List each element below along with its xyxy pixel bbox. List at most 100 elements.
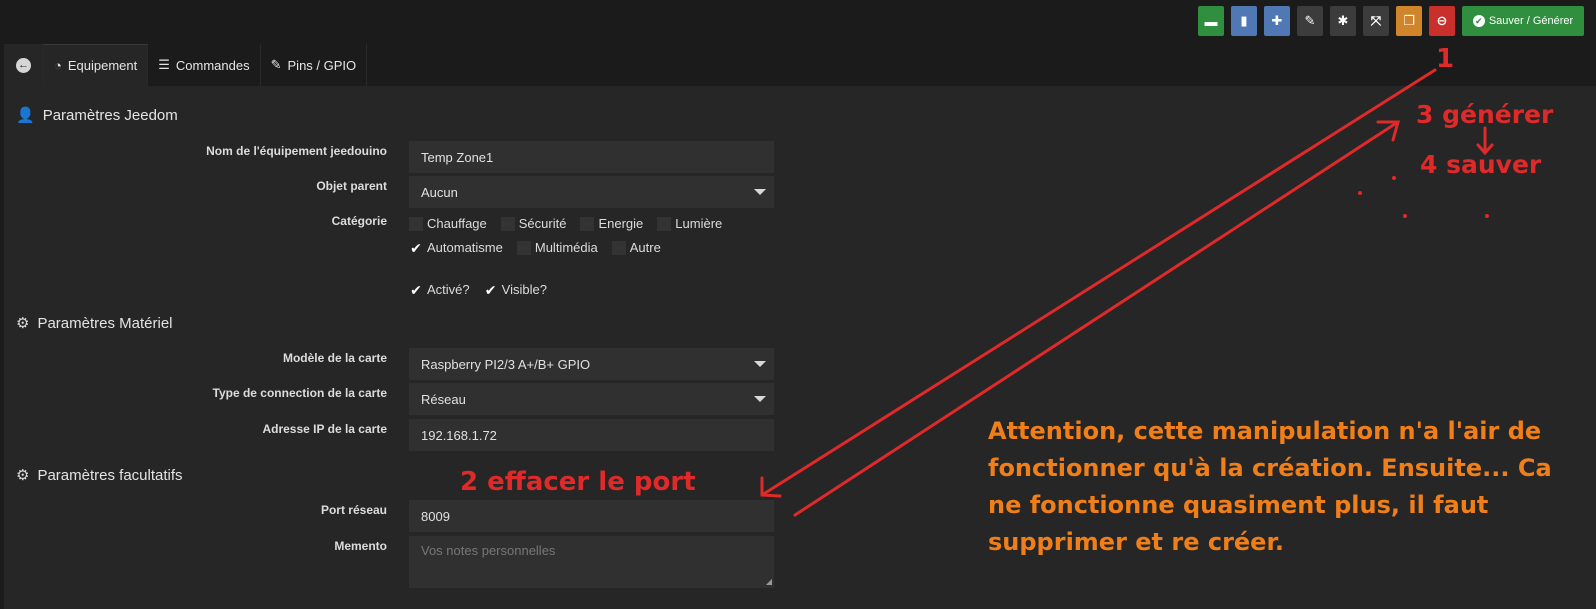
tab-commandes-label: Commandes [175, 57, 250, 73]
save-button[interactable]: ✔ Sauver / Générer [1462, 6, 1584, 36]
check-circle-icon: ✔ [1472, 15, 1485, 27]
resize-handle-icon[interactable]: ◢ [766, 577, 772, 586]
category-label: Lumière [675, 216, 723, 231]
objet-value: Aucun [421, 184, 458, 200]
expand-button[interactable]: ⤧ [1363, 6, 1389, 36]
memento-label: Memento [334, 539, 387, 553]
annotation-step-3: 3 générer [1416, 100, 1554, 129]
checkbox[interactable] [611, 240, 626, 255]
port-input[interactable]: 8009 [409, 500, 774, 532]
objet-select[interactable]: Aucun [409, 176, 774, 208]
remove-button[interactable]: ⊖ [1429, 6, 1455, 36]
ip-label: Adresse IP de la carte [262, 422, 387, 436]
checkbox[interactable] [500, 216, 515, 231]
tachometer-icon: ◔ [54, 58, 62, 73]
memento-textarea[interactable]: Vos notes personnelles ◢ [409, 536, 774, 588]
annotation-step-4: 4 sauver [1420, 150, 1542, 179]
modele-value: Raspberry PI2/3 A+/B+ GPIO [421, 356, 591, 372]
medkit-icon: ✚ [1271, 13, 1283, 28]
category-energie[interactable]: Energie [580, 216, 643, 231]
memento-placeholder: Vos notes personnelles [421, 543, 556, 558]
cogs-icon: ✱ [1337, 13, 1349, 28]
category-label: Energie [598, 216, 644, 231]
cogs-icon: ⚙ [16, 315, 30, 332]
category-lumiere[interactable]: Lumière [657, 216, 722, 231]
expand-icon: ⤧ [1370, 13, 1382, 28]
active-option[interactable]: ✔ Activé? [409, 282, 470, 297]
nom-label: Nom de l'équipement jeedouino [206, 144, 387, 158]
visible-option[interactable]: ✔ Visible? [484, 282, 547, 297]
nom-input[interactable]: Temp Zone1 [409, 141, 774, 173]
section-facultatifs: ⚙ Paramètres facultatifs [16, 466, 183, 485]
category-chauffage[interactable]: Chauffage [409, 216, 487, 231]
annotation-note: Attention, cette manipulation n'a l'air … [988, 417, 1552, 556]
check-icon[interactable]: ✔ [484, 283, 498, 297]
back-tab[interactable]: ← [4, 44, 44, 86]
category-autre[interactable]: Autre [611, 240, 661, 255]
category-automatisme[interactable]: ✔ Automatisme [409, 240, 503, 255]
modele-select[interactable]: Raspberry PI2/3 A+/B+ GPIO [409, 348, 774, 380]
categories-row-1: Chauffage Sécurité Energie Lumière [409, 216, 732, 231]
categorie-label: Catégorie [331, 214, 387, 228]
arrow-left-circle-icon: ← [16, 57, 31, 73]
section-jeedom-title: Paramètres Jeedom [42, 106, 178, 124]
caret-down-icon [754, 396, 766, 402]
file-button[interactable]: ▮ [1231, 6, 1257, 36]
list-icon: ☰ [158, 57, 170, 72]
cog-icon: ⚙ [16, 467, 30, 484]
visible-label: Visible? [501, 282, 547, 297]
annotation-step-2: 2 effacer le port [460, 467, 696, 497]
checkbox[interactable] [409, 216, 423, 231]
user-cog-icon: 👤 [16, 107, 35, 124]
cogs-button[interactable]: ✱ [1330, 6, 1356, 36]
caret-down-icon [754, 189, 766, 195]
category-label: Chauffage [427, 216, 487, 231]
objet-label: Objet parent [316, 179, 387, 193]
category-label: Automatisme [427, 240, 503, 255]
category-label: Autre [629, 240, 661, 255]
section-jeedom: 👤 Paramètres Jeedom [16, 106, 178, 125]
type-value: Réseau [421, 391, 466, 407]
ip-value: 192.168.1.72 [421, 427, 497, 443]
file-icon: ▮ [1240, 13, 1248, 28]
section-facultatifs-title: Paramètres facultatifs [37, 466, 183, 484]
book-icon: ▬ [1204, 13, 1218, 29]
type-select[interactable]: Réseau [409, 383, 774, 415]
tab-pins[interactable]: ✎ Pins / GPIO [260, 44, 368, 86]
wrench-button[interactable]: ✎ [1297, 6, 1323, 36]
port-value: 8009 [421, 508, 450, 524]
category-label: Multimédia [534, 240, 598, 255]
status-row: ✔ Activé? ✔ Visible? [409, 282, 557, 297]
nom-value: Temp Zone1 [421, 149, 494, 165]
tab-pins-label: Pins / GPIO [287, 57, 357, 73]
check-icon[interactable]: ✔ [409, 241, 423, 255]
ip-input[interactable]: 192.168.1.72 [409, 419, 774, 451]
checkbox[interactable] [516, 240, 531, 255]
checkbox[interactable] [580, 216, 595, 231]
type-label: Type de connection de la carte [212, 386, 388, 400]
tab-commandes[interactable]: ☰ Commandes [148, 44, 261, 86]
tab-equipement-label: Equipement [67, 58, 138, 73]
section-materiel-title: Paramètres Matériel [37, 314, 173, 332]
annotation-step-1: 1 [1436, 44, 1455, 74]
copy-icon: ❐ [1403, 13, 1415, 28]
active-label: Activé? [427, 282, 470, 297]
checkbox[interactable] [657, 216, 672, 231]
category-securite[interactable]: Sécurité [500, 216, 567, 231]
category-multimedia[interactable]: Multimédia [516, 240, 598, 255]
book-button[interactable]: ▬ [1198, 6, 1224, 36]
category-label: Sécurité [518, 216, 567, 231]
save-button-label: Sauver / Générer [1488, 15, 1574, 27]
wrench-icon: ✎ [270, 57, 282, 72]
section-materiel: ⚙ Paramètres Matériel [16, 314, 173, 333]
check-icon[interactable]: ✔ [409, 283, 423, 297]
minus-circle-icon: ⊖ [1436, 13, 1448, 28]
medkit-button[interactable]: ✚ [1264, 6, 1290, 36]
port-label: Port réseau [320, 503, 387, 517]
caret-down-icon [754, 361, 766, 367]
tab-bar: ← ◔ Equipement ☰ Commandes ✎ Pins / GPIO [4, 44, 368, 86]
toolbar: ▬ ▮ ✚ ✎ ✱ ⤧ ❐ ⊖ ✔ Sauver / Générer [1198, 6, 1584, 36]
modele-label: Modèle de la carte [282, 351, 387, 365]
copy-button[interactable]: ❐ [1396, 6, 1422, 36]
tab-equipement[interactable]: ◔ Equipement [44, 44, 149, 86]
